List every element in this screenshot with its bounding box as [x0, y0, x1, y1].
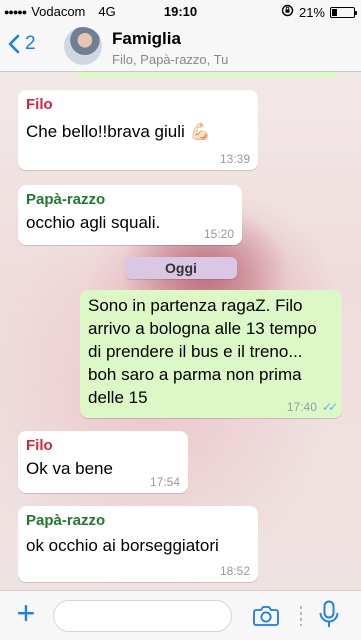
day-divider: Oggi	[125, 257, 237, 279]
group-avatar[interactable]	[64, 27, 102, 65]
battery-icon	[330, 6, 357, 18]
message-bubble-outgoing[interactable]: Sono in partenza ragaZ. Filo arrivo a bo…	[80, 290, 342, 418]
message-text: Che bello!!brava giuli 💪🏻	[26, 122, 211, 141]
chat-header: 2 Famiglia Filo, Papà-razzo, Tu	[0, 22, 361, 72]
message-time: 15:20	[203, 227, 234, 241]
plus-icon[interactable]: +	[13, 597, 39, 629]
battery-percent: 21%	[298, 4, 325, 20]
read-receipt-icon: ✓✓	[321, 400, 338, 414]
message-sender: Papà-razzo	[26, 191, 106, 208]
message-bubble[interactable]: Papà-razzo occhio agli squali. 15:20	[18, 185, 242, 245]
message-time: 17:54	[149, 475, 180, 489]
input-bar: +	[0, 590, 361, 640]
camera-icon[interactable]	[253, 604, 279, 631]
message-time: 13:39	[219, 152, 250, 166]
message-sender: Filo	[26, 96, 53, 113]
message-sender: Papà-razzo	[26, 512, 106, 529]
separator	[300, 606, 302, 626]
message-text: occhio agli squali.	[26, 213, 161, 232]
group-name[interactable]: Famiglia	[112, 29, 181, 49]
back-chevron-icon	[8, 34, 20, 54]
message-input[interactable]	[53, 600, 232, 632]
message-bubble[interactable]: Papà-razzo ok occhio ai borseggiatori 18…	[18, 506, 258, 582]
group-members[interactable]: Filo, Papà-razzo, Tu	[112, 52, 228, 67]
microphone-icon[interactable]	[318, 600, 340, 635]
message-time: 17:40	[286, 400, 317, 414]
message-bubble[interactable]: Filo Ok va bene 17:54	[18, 431, 188, 493]
status-bar: ●●●●● Vodacom 4G 19:10 21%	[0, 0, 361, 22]
orientation-lock-icon	[281, 4, 294, 20]
message-text: Sono in partenza ragaZ. Filo arrivo a bo…	[88, 296, 317, 407]
unread-count: 2	[25, 33, 36, 54]
message-bubble[interactable]: Filo Che bello!!brava giuli 💪🏻 13:39	[18, 90, 258, 170]
previous-message-edge	[76, 72, 338, 78]
message-time: 18:52	[219, 564, 250, 578]
message-text: ok occhio ai borseggiatori	[26, 536, 219, 555]
message-sender: Filo	[26, 437, 53, 454]
back-button[interactable]: 2	[8, 33, 36, 55]
